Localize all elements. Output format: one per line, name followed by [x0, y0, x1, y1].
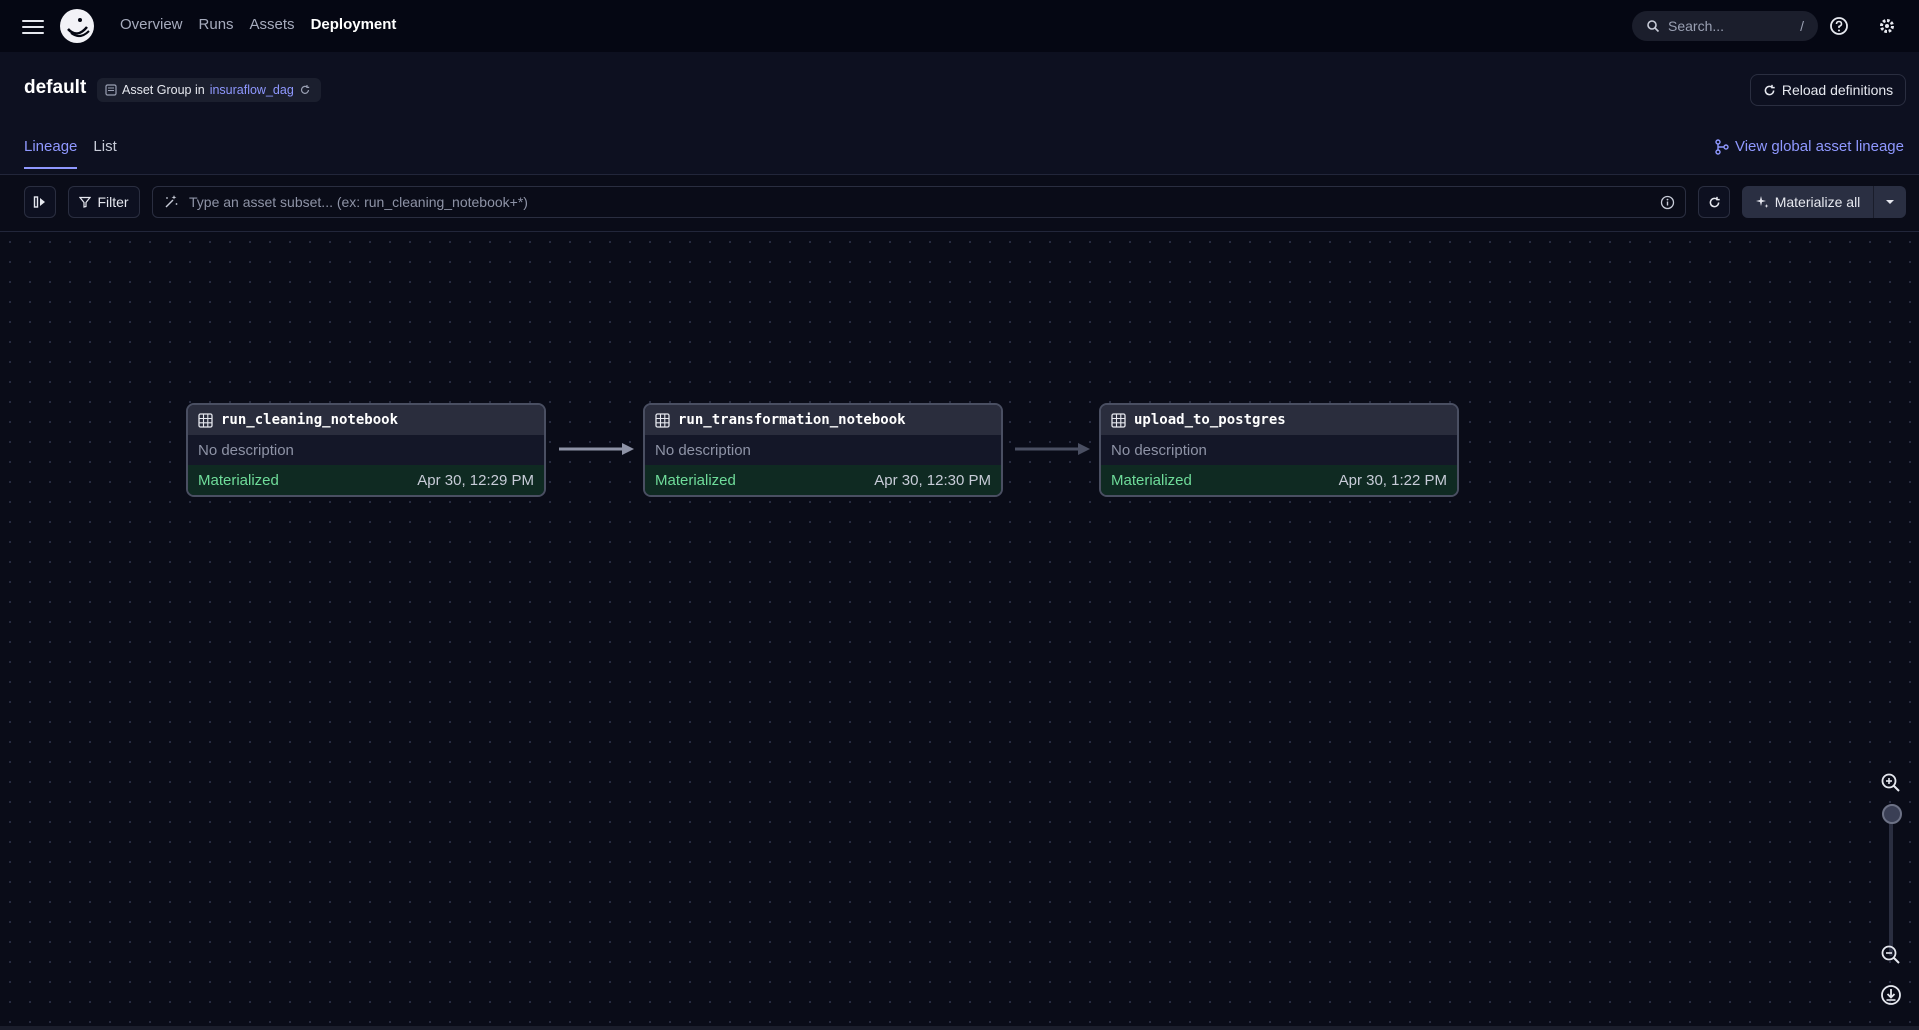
search-input[interactable]: Search... / — [1632, 11, 1818, 41]
materialize-all-label: Materialize all — [1774, 194, 1861, 210]
help-icon[interactable] — [1828, 15, 1850, 37]
page-header — [0, 52, 1919, 174]
asset-node-name: run_transformation_notebook — [678, 412, 906, 428]
table-icon — [198, 412, 213, 428]
tab-lineage[interactable]: Lineage — [24, 138, 78, 169]
reload-definitions-button[interactable]: Reload definitions — [1750, 74, 1906, 106]
lineage-icon — [1715, 138, 1729, 155]
edge-transformation-to-upload — [1015, 443, 1090, 455]
toggle-sidebar-button[interactable] — [24, 186, 56, 218]
materialize-options-dropdown[interactable] — [1873, 186, 1906, 218]
magic-wand-icon — [165, 195, 178, 208]
tab-list[interactable]: List — [93, 138, 116, 169]
materialize-all-button[interactable]: Materialize all — [1742, 194, 1873, 210]
materialized-timestamp[interactable]: Apr 30, 12:29 PM — [417, 472, 534, 489]
asset-subset-input[interactable] — [187, 193, 1652, 211]
search-icon — [1647, 20, 1660, 33]
asset-node-run-transformation-notebook[interactable]: run_transformation_notebook No descripti… — [643, 403, 1003, 497]
materialized-timestamp[interactable]: Apr 30, 12:30 PM — [874, 472, 991, 489]
asset-node-status-row: Materialized Apr 30, 1:22 PM — [1101, 465, 1457, 495]
asset-node-description: No description — [1111, 441, 1207, 459]
nav-deployment[interactable]: Deployment — [311, 16, 397, 33]
sidebar-toggle-icon — [33, 196, 45, 208]
materialized-timestamp[interactable]: Apr 30, 1:22 PM — [1339, 472, 1447, 489]
reload-location-icon[interactable] — [299, 84, 311, 96]
asset-node-description: No description — [198, 441, 294, 459]
zoom-in-icon[interactable] — [1878, 770, 1904, 796]
refresh-lineage-button[interactable] — [1698, 186, 1730, 218]
nav-overview[interactable]: Overview — [120, 16, 183, 33]
filter-button[interactable]: Filter — [68, 186, 140, 218]
search-shortcut: / — [1800, 18, 1804, 34]
materialized-status: Materialized — [655, 471, 736, 489]
bottom-border — [0, 1026, 1919, 1030]
materialized-status: Materialized — [198, 471, 279, 489]
asset-group-prefix: Asset Group in — [122, 83, 205, 97]
reload-definitions-label: Reload definitions — [1781, 82, 1894, 98]
asset-node-upload-to-postgres[interactable]: upload_to_postgres No description Materi… — [1099, 403, 1459, 497]
page-title: default — [24, 77, 87, 98]
asset-node-run-cleaning-notebook[interactable]: run_cleaning_notebook No description Mat… — [186, 403, 546, 497]
nav-assets[interactable]: Assets — [250, 16, 295, 33]
table-icon — [1111, 412, 1126, 428]
edge-cleaning-to-transformation — [559, 443, 634, 455]
nav-runs[interactable]: Runs — [199, 16, 234, 33]
search-placeholder: Search... — [1668, 18, 1725, 34]
download-image-icon[interactable] — [1878, 982, 1904, 1008]
asset-node-status-row: Materialized Apr 30, 12:29 PM — [188, 465, 544, 495]
asset-node-name: upload_to_postgres — [1134, 412, 1286, 428]
table-icon — [655, 412, 670, 428]
refresh-icon — [1764, 84, 1775, 95]
filter-icon — [79, 196, 92, 208]
zoom-slider-track[interactable] — [1889, 812, 1893, 956]
sparkle-icon — [1755, 196, 1769, 208]
gear-icon[interactable] — [1876, 15, 1898, 37]
materialized-status: Materialized — [1111, 471, 1192, 489]
chevron-down-icon — [1886, 200, 1894, 204]
asset-subset-field[interactable] — [152, 186, 1686, 218]
asset-node-description: No description — [655, 441, 751, 459]
view-global-lineage-label: View global asset lineage — [1734, 138, 1904, 155]
filter-label: Filter — [97, 194, 129, 210]
main-nav: Overview Runs Assets Deployment — [120, 16, 396, 33]
zoom-slider-handle[interactable] — [1882, 804, 1902, 824]
lineage-edges — [559, 443, 1090, 455]
refresh-icon — [1709, 196, 1720, 207]
lineage-graph-canvas[interactable]: run_cleaning_notebook No description Mat… — [0, 232, 1919, 1026]
asset-group-tag: Asset Group in insuraflow_dag — [97, 78, 321, 102]
materialize-all-split-button: Materialize all — [1742, 186, 1906, 218]
dagster-logo-icon[interactable] — [58, 7, 96, 45]
zoom-out-icon[interactable] — [1878, 942, 1904, 968]
top-bar: Overview Runs Assets Deployment Search..… — [0, 0, 1919, 52]
code-location-link[interactable]: insuraflow_dag — [210, 83, 294, 97]
asset-group-icon — [105, 84, 117, 96]
view-global-lineage-link[interactable]: View global asset lineage — [1715, 138, 1904, 155]
view-tabs: Lineage List — [24, 138, 117, 169]
hamburger-menu-icon[interactable] — [22, 16, 44, 36]
asset-node-name: run_cleaning_notebook — [221, 412, 399, 428]
zoom-controls — [1874, 770, 1908, 1016]
info-icon[interactable] — [1660, 195, 1675, 210]
asset-node-status-row: Materialized Apr 30, 12:30 PM — [645, 465, 1001, 495]
